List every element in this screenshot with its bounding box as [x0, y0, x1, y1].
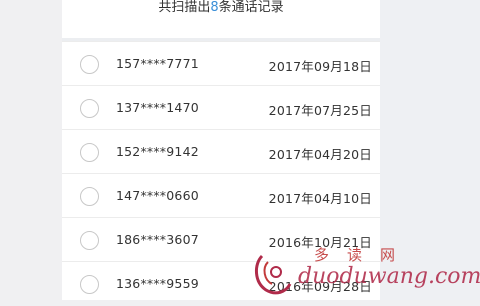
- record-phone: 136****9559: [116, 276, 199, 291]
- record-row[interactable]: 147****0660 2017年04月10日: [62, 173, 380, 218]
- watermark-domain: duoduwang.com: [298, 264, 480, 289]
- record-row[interactable]: 152****9142 2017年04月20日: [62, 129, 380, 174]
- record-phone: 186****3607: [116, 232, 199, 247]
- record-count: 8: [210, 0, 219, 15]
- select-radio[interactable]: [80, 187, 99, 206]
- scan-summary-header: 共扫描出8条通话记录: [62, 0, 380, 34]
- scan-summary-prefix: 共扫描出: [158, 0, 211, 15]
- record-phone: 147****0660: [116, 188, 199, 203]
- select-radio[interactable]: [80, 231, 99, 250]
- select-radio[interactable]: [80, 55, 99, 74]
- record-phone: 137****1470: [116, 100, 199, 115]
- record-date: 2017年04月20日: [268, 147, 372, 162]
- record-date: 2017年09月18日: [268, 59, 372, 74]
- watermark-chinese: 多读网: [314, 246, 414, 264]
- record-date: 2017年07月25日: [268, 103, 372, 118]
- select-radio[interactable]: [80, 143, 99, 162]
- site-watermark: 多读网 duoduwang.com: [248, 242, 480, 300]
- watermark-logo-icon: [255, 254, 292, 295]
- record-phone: 152****9142: [116, 144, 199, 159]
- record-date: 2017年04月10日: [268, 191, 372, 206]
- record-row[interactable]: 137****1470 2017年07月25日: [62, 85, 380, 130]
- record-phone: 157****7771: [116, 56, 199, 71]
- record-row[interactable]: 157****7771 2017年09月18日: [62, 41, 380, 86]
- select-radio[interactable]: [80, 99, 99, 118]
- scan-summary-suffix: 条通话记录: [218, 0, 284, 15]
- scan-summary-text: 共扫描出8条通话记录: [158, 1, 283, 14]
- select-radio[interactable]: [80, 275, 99, 294]
